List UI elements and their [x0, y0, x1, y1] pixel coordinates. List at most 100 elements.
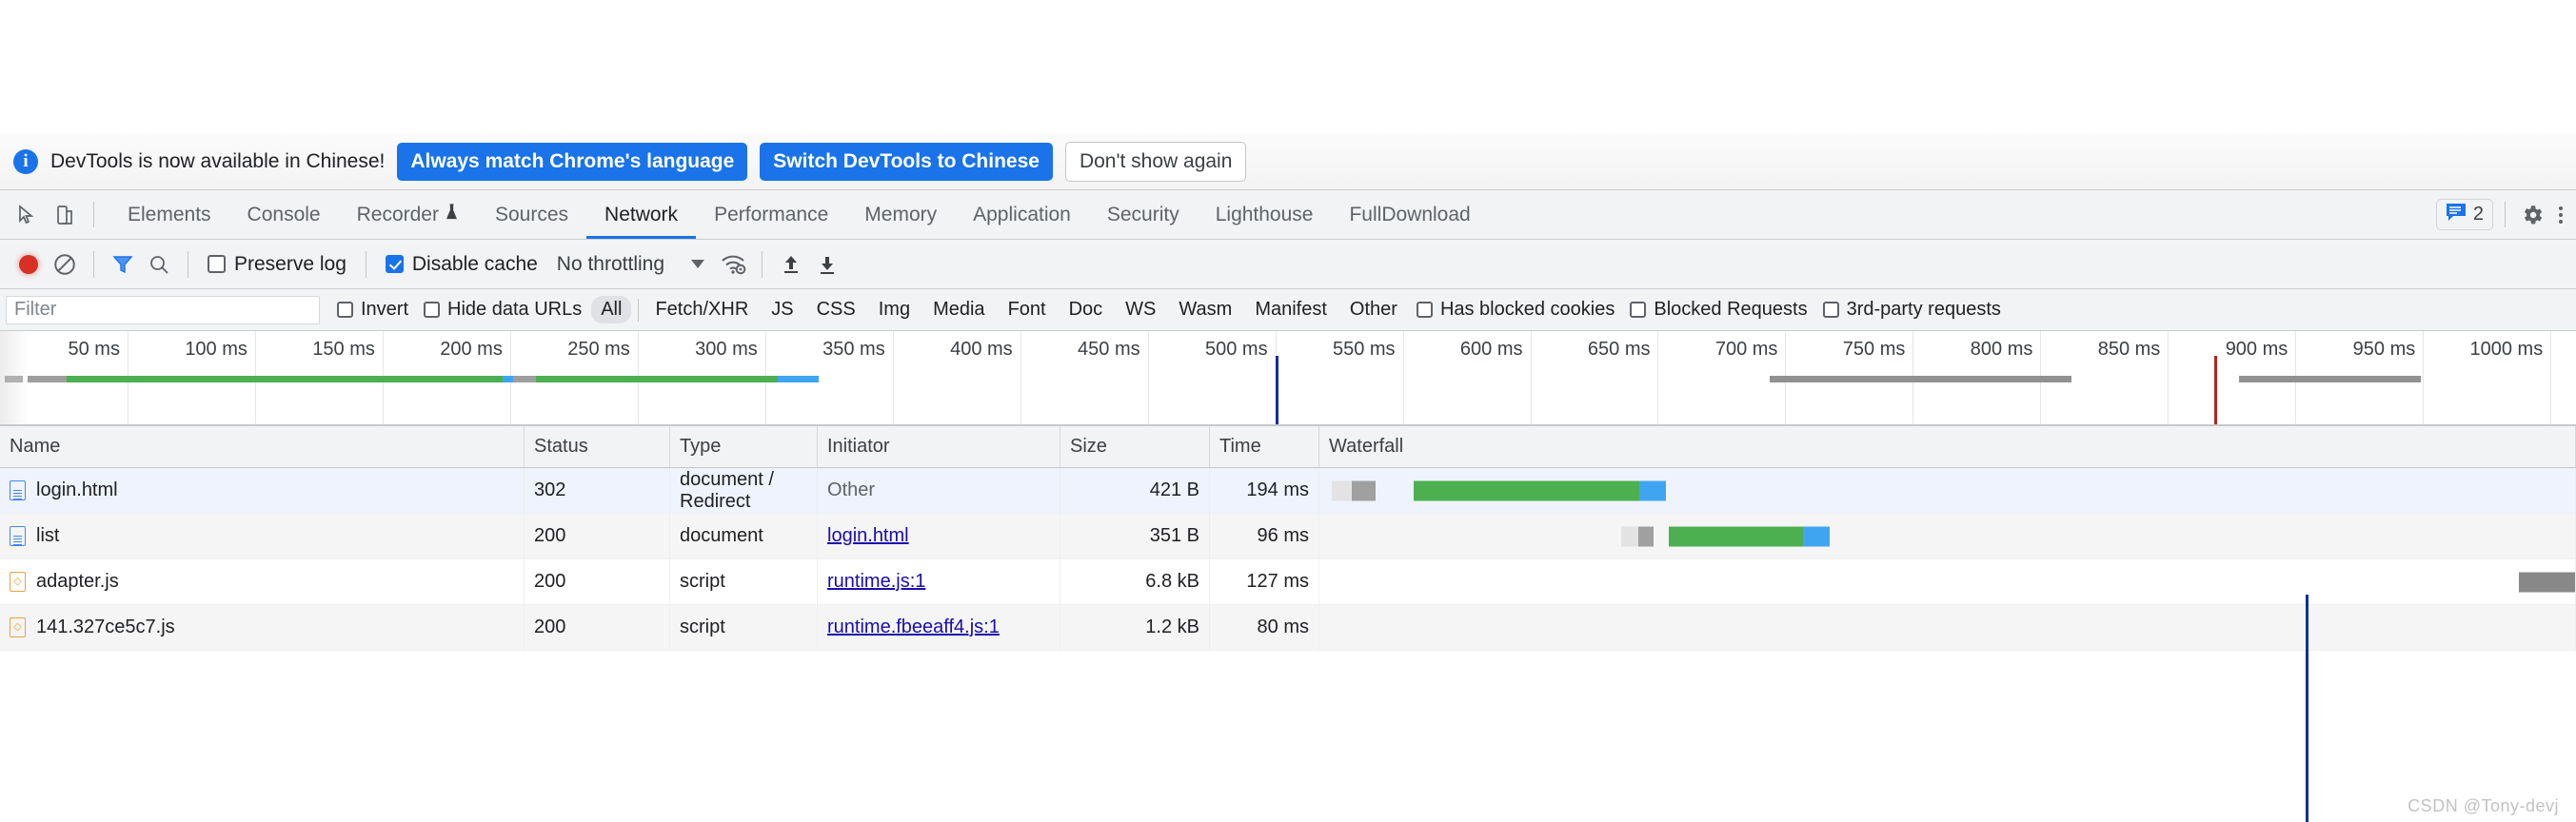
cell-waterfall[interactable]: [1319, 468, 2576, 513]
table-row[interactable]: login.html 302 document / Redirect Other 421…: [0, 468, 2576, 514]
filter-type-media[interactable]: Media: [923, 296, 994, 323]
cell-status: 200: [525, 605, 670, 650]
has-blocked-cookies-box: [1416, 302, 1433, 318]
column-header-initiator[interactable]: Initiator: [818, 426, 1060, 467]
timeline-overview[interactable]: 50 ms 100 ms 150 ms 200 ms 250 ms 300 ms 350 m…: [0, 331, 2576, 426]
timeline-tick-label: 950 ms: [2352, 339, 2416, 360]
tab-elements[interactable]: Elements: [109, 190, 229, 239]
tab-memory[interactable]: Memory: [846, 190, 955, 239]
tab-network[interactable]: Network: [586, 190, 697, 239]
invert-checkbox[interactable]: Invert: [329, 299, 416, 321]
document-icon: [10, 480, 26, 500]
console-messages-badge[interactable]: 2: [2435, 199, 2493, 230]
filter-type-css[interactable]: CSS: [807, 296, 865, 323]
tab-security[interactable]: Security: [1089, 190, 1198, 239]
column-header-name[interactable]: Name: [0, 426, 525, 467]
requests-table: Name Status Type Initiator Size Time Wat…: [0, 426, 2576, 651]
toolbar-divider: [93, 250, 94, 278]
timeline-band: [1770, 376, 2071, 382]
timeline-tick: [1530, 331, 1532, 424]
invert-box: [337, 302, 353, 318]
cell-status: 302: [525, 468, 670, 513]
device-toolbar-icon[interactable]: [50, 200, 80, 230]
cell-time-text: 96 ms: [1257, 525, 1309, 546]
tab-recorder[interactable]: Recorder: [339, 190, 477, 239]
timeline-tick-label: 1000 ms: [2469, 339, 2544, 360]
column-header-size[interactable]: Size: [1060, 426, 1210, 467]
cell-waterfall[interactable]: [1319, 559, 2576, 604]
table-row[interactable]: list 200 document login.html 351 B 96 ms: [0, 514, 2576, 559]
cell-time-text: 80 ms: [1257, 616, 1309, 637]
waterfall-download: [1413, 480, 1640, 500]
column-header-status[interactable]: Status: [525, 426, 670, 467]
flask-icon: [445, 203, 459, 226]
preserve-log-checkbox[interactable]: Preserve log: [200, 253, 354, 276]
watermark: CSDN @Tony-devj: [2408, 796, 2559, 815]
dont-show-again-button[interactable]: Don't show again: [1064, 141, 1247, 182]
cell-name[interactable]: ◇ 141.327ce5c7.js: [0, 605, 525, 650]
tab-console[interactable]: Console: [229, 190, 339, 239]
cell-initiator[interactable]: runtime.fbeeaff4.js:1: [818, 605, 1060, 650]
filter-type-ws[interactable]: WS: [1116, 296, 1165, 323]
table-body: login.html 302 document / Redirect Other 421…: [0, 468, 2576, 651]
always-match-language-button[interactable]: Always match Chrome's language: [397, 142, 748, 181]
tab-label: Security: [1106, 203, 1179, 225]
timeline-tick-label: 550 ms: [1332, 339, 1396, 360]
tab-performance[interactable]: Performance: [696, 190, 846, 239]
table-row[interactable]: ◇ 141.327ce5c7.js 200 script runtime.fbeeaff…: [0, 605, 2576, 651]
timeline-band: [66, 376, 503, 382]
filter-type-manifest[interactable]: Manifest: [1245, 296, 1337, 323]
tab-label: Lighthouse: [1215, 203, 1314, 225]
disable-cache-checkbox[interactable]: Disable cache: [378, 253, 545, 276]
tab-sources[interactable]: Sources: [477, 190, 586, 239]
filter-type-other[interactable]: Other: [1340, 296, 1407, 323]
switch-to-chinese-button[interactable]: Switch DevTools to Chinese: [760, 142, 1053, 181]
filter-type-img[interactable]: Img: [869, 296, 920, 323]
tab-application[interactable]: Application: [955, 190, 1089, 239]
cell-initiator[interactable]: login.html: [818, 514, 1060, 558]
record-button[interactable]: [11, 247, 46, 282]
filter-type-fetch-xhr[interactable]: Fetch/XHR: [645, 296, 758, 323]
cell-initiator[interactable]: runtime.js:1: [818, 559, 1060, 604]
disable-cache-box: [385, 255, 404, 273]
import-har-icon[interactable]: [774, 247, 808, 282]
filter-type-doc[interactable]: Doc: [1060, 296, 1113, 323]
cell-waterfall[interactable]: [1319, 514, 2576, 558]
tab-label: Elements: [128, 203, 211, 225]
tab-fulldownload[interactable]: FullDownload: [1331, 190, 1488, 239]
cell-name[interactable]: ◇ adapter.js: [0, 559, 525, 604]
cell-name[interactable]: login.html: [0, 468, 525, 513]
hide-data-urls-checkbox[interactable]: Hide data URLs: [416, 299, 589, 321]
filter-icon[interactable]: [106, 247, 140, 282]
gear-icon[interactable]: [2517, 200, 2547, 230]
filter-type-all[interactable]: All: [591, 296, 632, 323]
third-party-requests-checkbox[interactable]: 3rd-party requests: [1815, 299, 2009, 321]
clear-icon[interactable]: [48, 247, 82, 282]
has-blocked-cookies-checkbox[interactable]: Has blocked cookies: [1409, 299, 1622, 321]
filter-type-wasm[interactable]: Wasm: [1169, 296, 1241, 323]
third-party-label: 3rd-party requests: [1846, 299, 2001, 320]
table-row[interactable]: ◇ adapter.js 200 script runtime.js:1 6.8 kB 12…: [0, 559, 2576, 605]
blocked-requests-checkbox[interactable]: Blocked Requests: [1622, 299, 1814, 321]
filter-type-js[interactable]: JS: [762, 296, 803, 323]
more-options-icon[interactable]: [2553, 206, 2568, 224]
column-header-type[interactable]: Type: [670, 426, 818, 467]
column-header-waterfall[interactable]: Waterfall: [1319, 426, 2576, 467]
throttling-dropdown[interactable]: No throttling: [547, 253, 714, 276]
inspect-element-icon[interactable]: [11, 200, 42, 230]
network-toolbar: Preserve log Disable cache No throttling: [0, 240, 2576, 289]
filter-input[interactable]: [6, 295, 320, 324]
cell-waterfall[interactable]: [1319, 605, 2576, 650]
column-header-time[interactable]: Time: [1210, 426, 1319, 467]
cell-name[interactable]: list: [0, 514, 525, 558]
tab-label: Recorder: [356, 203, 439, 225]
cell-type: document / Redirect: [670, 468, 818, 513]
export-har-icon[interactable]: [810, 247, 844, 282]
filter-type-font[interactable]: Font: [999, 296, 1056, 323]
cell-size: 6.8 kB: [1060, 559, 1210, 604]
timeline-load-line: [2213, 356, 2217, 424]
tab-lighthouse[interactable]: Lighthouse: [1198, 190, 1332, 239]
search-icon[interactable]: [142, 247, 176, 282]
cell-size: 351 B: [1060, 514, 1210, 558]
wifi-settings-icon[interactable]: [716, 247, 750, 282]
